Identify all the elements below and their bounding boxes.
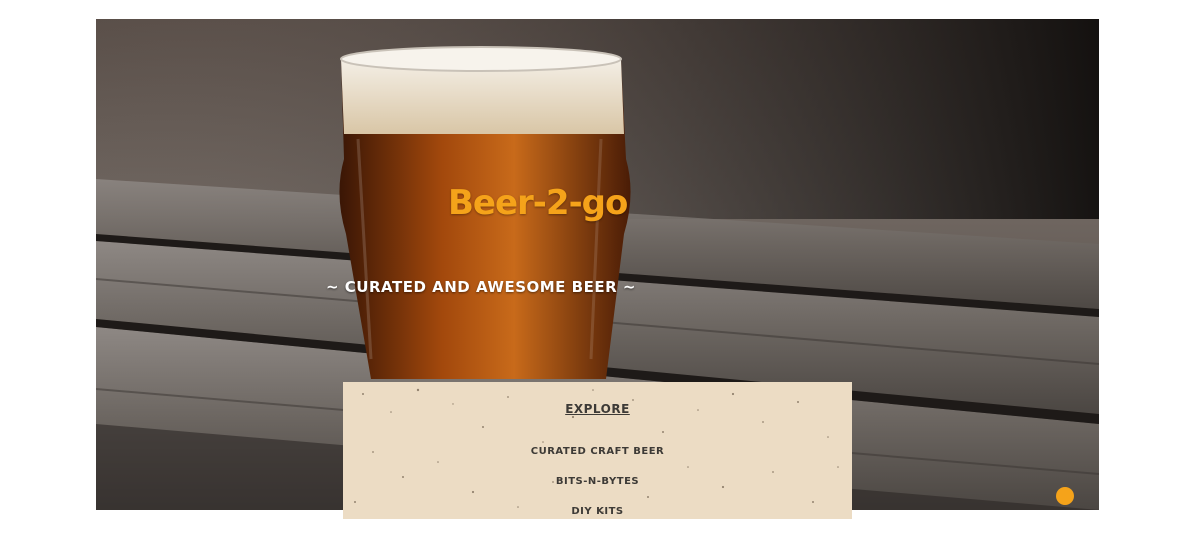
nav-link-bits-n-bytes[interactable]: Bits-n-Bytes — [343, 476, 852, 487]
circle-button-icon[interactable] — [1056, 487, 1074, 505]
site-tagline: ~ Curated and Awesome Beer ~ — [326, 278, 636, 296]
explore-heading[interactable]: Explore — [343, 402, 852, 416]
nav-link-diy-kits[interactable]: DIY Kits — [343, 506, 852, 517]
page: Beer-2-go ~ Curated and Awesome Beer ~ E… — [0, 0, 1197, 546]
explore-menu: Explore Curated Craft Beer Bits-n-Bytes … — [343, 382, 852, 519]
site-title: Beer-2-go — [448, 183, 628, 223]
nav-link-curated-craft-beer[interactable]: Curated Craft Beer — [343, 446, 852, 457]
